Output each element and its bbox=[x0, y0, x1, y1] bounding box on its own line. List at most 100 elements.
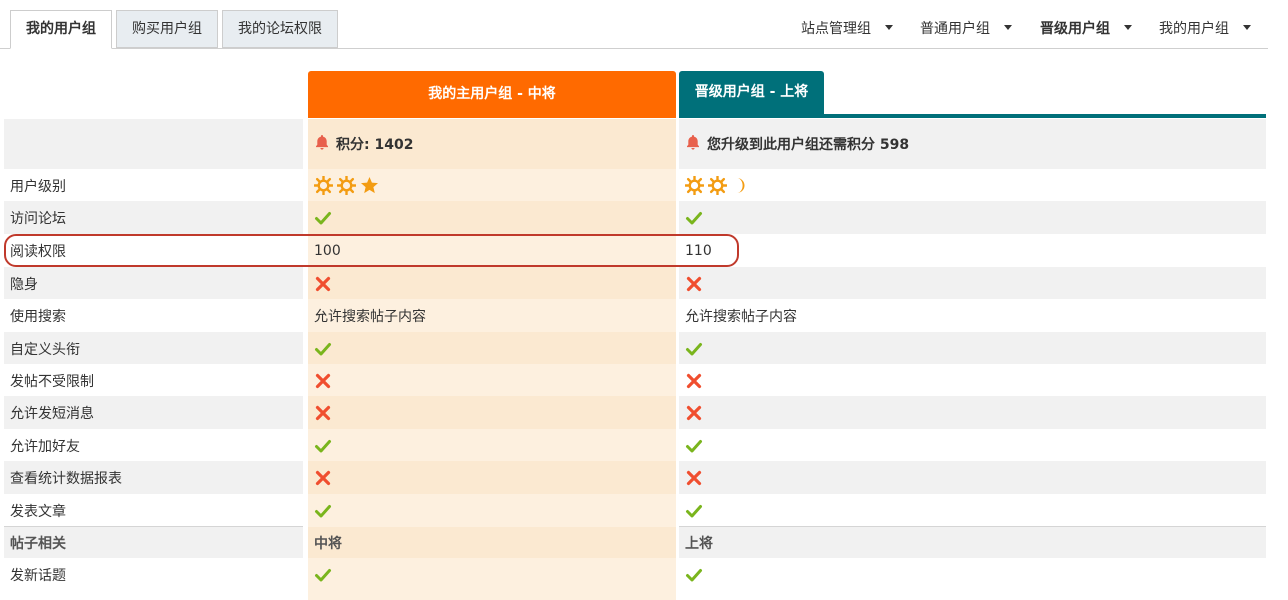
current-group-value bbox=[308, 494, 676, 527]
current-group-value: 100 bbox=[308, 234, 676, 267]
permission-label: 允许加好友 bbox=[4, 429, 303, 462]
permission-label: 查看统计数据报表 bbox=[4, 461, 303, 494]
tab-forum-permissions[interactable]: 我的论坛权限 bbox=[222, 10, 338, 48]
current-column-tail bbox=[308, 591, 676, 600]
next-group-value: 110 bbox=[679, 234, 1266, 267]
current-group-value bbox=[308, 169, 676, 202]
check-icon bbox=[315, 504, 331, 517]
tab-buy-groups[interactable]: 购买用户组 bbox=[116, 10, 218, 48]
user-level-icons bbox=[313, 175, 379, 196]
check-icon bbox=[686, 211, 702, 224]
current-group-value bbox=[308, 461, 676, 494]
sun-icon bbox=[707, 175, 728, 196]
permission-value: 110 bbox=[685, 242, 712, 259]
permission-row: 发新话题 bbox=[0, 558, 1288, 591]
cross-icon bbox=[686, 276, 702, 291]
permission-row: 隐身 bbox=[0, 267, 1288, 300]
next-group-value bbox=[679, 364, 1266, 397]
tab-my-groups[interactable]: 我的用户组 bbox=[10, 10, 112, 49]
caret-down-icon bbox=[1124, 24, 1132, 30]
permission-value: 允许搜索帖子内容 bbox=[685, 308, 797, 325]
dropdown-label: 站点管理组 bbox=[801, 21, 871, 37]
current-group-value bbox=[308, 201, 676, 234]
permission-label: 访问论坛 bbox=[4, 201, 303, 234]
star-icon bbox=[360, 176, 379, 195]
bell-icon bbox=[314, 134, 332, 155]
next-section-value: 上将 bbox=[679, 527, 1266, 558]
tab-bar-divider bbox=[0, 48, 1268, 49]
next-points-cell: 您升级到此用户组还需积分 598 bbox=[679, 119, 1266, 169]
sun-icon bbox=[313, 175, 334, 196]
current-points-text: 积分: 1402 bbox=[336, 137, 414, 153]
permission-label: 隐身 bbox=[4, 267, 303, 300]
permission-row: 查看统计数据报表 bbox=[0, 461, 1288, 494]
permission-row: 访问论坛 bbox=[0, 201, 1288, 234]
cross-icon bbox=[686, 405, 702, 420]
permission-row: 用户级别 bbox=[0, 169, 1288, 202]
cross-icon bbox=[315, 405, 331, 420]
permission-row: 阅读权限 100 110 bbox=[0, 234, 1288, 267]
next-group-value bbox=[679, 267, 1266, 300]
next-group-value: 允许搜索帖子内容 bbox=[679, 299, 1266, 332]
current-group-value bbox=[308, 429, 676, 462]
next-group-value bbox=[679, 461, 1266, 494]
permission-row: 允许加好友 bbox=[0, 429, 1288, 462]
tab-bar: 我的用户组 购买用户组 我的论坛权限 站点管理组 普通用户组 晋级用户组 我的用… bbox=[0, 0, 1288, 49]
current-group-value bbox=[308, 267, 676, 300]
dropdown-my-groups[interactable]: 我的用户组 bbox=[1159, 18, 1251, 38]
current-points-cell: 积分: 1402 bbox=[308, 119, 676, 169]
dropdown-label: 我的用户组 bbox=[1159, 21, 1229, 37]
user-level-icons bbox=[684, 175, 750, 196]
current-group-value bbox=[308, 558, 676, 591]
points-label-cell bbox=[4, 119, 303, 169]
sun-icon bbox=[336, 175, 357, 196]
dropdown-site-admin-groups[interactable]: 站点管理组 bbox=[801, 18, 893, 38]
cross-icon bbox=[686, 373, 702, 388]
cross-icon bbox=[686, 470, 702, 485]
permission-row: 发帖不受限制 bbox=[0, 364, 1288, 397]
permission-row: 发表文章 bbox=[0, 494, 1288, 527]
moon-icon bbox=[731, 176, 750, 195]
next-points-text: 您升级到此用户组还需积分 598 bbox=[707, 137, 910, 153]
section-row: 帖子相关 中将 上将 bbox=[0, 527, 1288, 558]
next-group-header-bar bbox=[679, 114, 1266, 118]
section-label: 帖子相关 bbox=[4, 527, 303, 558]
next-group-value bbox=[679, 396, 1266, 429]
caret-down-icon bbox=[1243, 24, 1251, 30]
next-group-value bbox=[679, 169, 1266, 202]
check-icon bbox=[686, 568, 702, 581]
current-section-value: 中将 bbox=[308, 527, 676, 558]
check-icon bbox=[315, 568, 331, 581]
next-group-value bbox=[679, 429, 1266, 462]
permission-label: 使用搜索 bbox=[4, 299, 303, 332]
current-group-value bbox=[308, 396, 676, 429]
next-group-value bbox=[679, 494, 1266, 527]
sun-icon bbox=[684, 175, 705, 196]
permission-label: 允许发短消息 bbox=[4, 396, 303, 429]
dropdown-label: 晋级用户组 bbox=[1040, 21, 1110, 37]
dropdown-label: 普通用户组 bbox=[920, 21, 990, 37]
dropdown-normal-groups[interactable]: 普通用户组 bbox=[920, 18, 1012, 38]
current-group-value bbox=[308, 364, 676, 397]
current-group-header: 我的主用户组 - 中将 bbox=[308, 71, 676, 118]
permission-label: 发帖不受限制 bbox=[4, 364, 303, 397]
cross-icon bbox=[315, 470, 331, 485]
permission-label: 发新话题 bbox=[4, 558, 303, 591]
permission-label: 发表文章 bbox=[4, 494, 303, 527]
current-group-value: 允许搜索帖子内容 bbox=[308, 299, 676, 332]
permission-label: 用户级别 bbox=[4, 169, 303, 202]
check-icon bbox=[686, 439, 702, 452]
bell-icon bbox=[685, 134, 703, 155]
permission-label: 阅读权限 bbox=[4, 234, 303, 267]
check-icon bbox=[686, 342, 702, 355]
check-icon bbox=[686, 504, 702, 517]
permission-row: 允许发短消息 bbox=[0, 396, 1288, 429]
check-icon bbox=[315, 211, 331, 224]
dropdown-promotion-groups[interactable]: 晋级用户组 bbox=[1040, 18, 1132, 38]
cross-icon bbox=[315, 373, 331, 388]
next-group-header: 晋级用户组 - 上将 bbox=[679, 71, 824, 114]
cross-icon bbox=[315, 276, 331, 291]
permission-label: 自定义头衔 bbox=[4, 332, 303, 365]
permission-row: 自定义头衔 bbox=[0, 332, 1288, 365]
next-group-value bbox=[679, 558, 1266, 591]
